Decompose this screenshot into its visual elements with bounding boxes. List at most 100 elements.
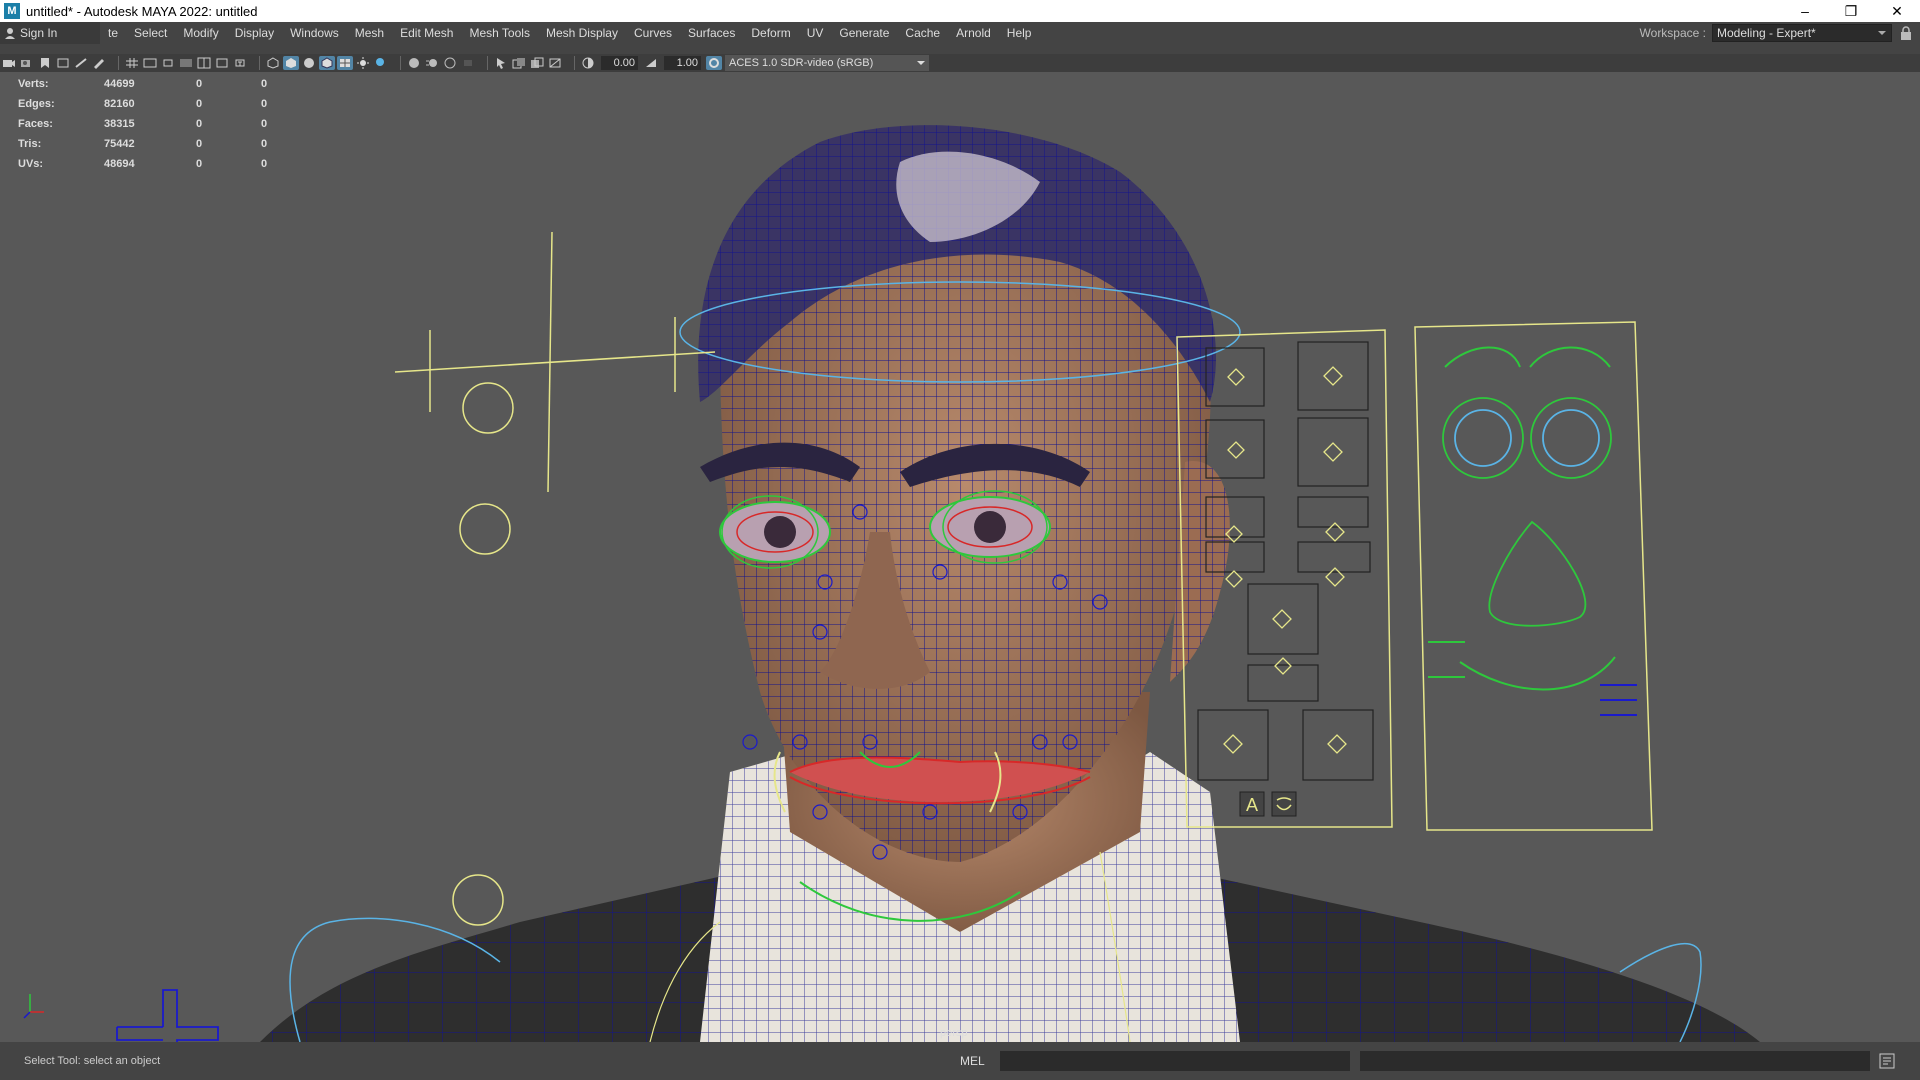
menu-item-mesh-display[interactable]: Mesh Display [538, 22, 626, 44]
hud-label: Tris: [18, 138, 42, 150]
lock-icon[interactable] [1900, 26, 1912, 40]
isolate-select-icon[interactable] [493, 56, 509, 70]
workspace-dropdown[interactable]: Modeling - Expert* [1712, 24, 1892, 42]
hud-value: 0 [196, 78, 203, 90]
workspace-value: Modeling - Expert* [1717, 26, 1816, 40]
close-button[interactable]: ✕ [1874, 0, 1920, 22]
hud-row-uvs: UVs: 48694 0 0 [18, 154, 301, 174]
depth-of-field-icon[interactable] [460, 56, 476, 70]
menu-item-select[interactable]: Select [126, 22, 175, 44]
grease-pencil-icon[interactable] [91, 56, 107, 70]
workspace-label: Workspace : [1639, 26, 1706, 40]
user-icon [5, 28, 15, 39]
menu-item-cache[interactable]: Cache [897, 22, 948, 44]
hud-label: UVs: [18, 158, 44, 170]
sign-in-label: Sign In [20, 26, 58, 40]
menu-item-deform[interactable]: Deform [743, 22, 798, 44]
menu-item-generate[interactable]: Generate [831, 22, 897, 44]
poly-count-hud: Verts: 44699 0 0 Edges: 82160 0 0 Faces:… [18, 74, 301, 174]
shadows-icon[interactable] [373, 56, 389, 70]
motion-blur-icon[interactable] [424, 56, 440, 70]
scene-canvas: A [23, 125, 1760, 1042]
default-material-icon[interactable] [301, 56, 317, 70]
chevron-down-icon [917, 61, 925, 65]
gate-mask-icon[interactable] [178, 56, 194, 70]
gamma-field[interactable]: 1.00 [664, 56, 701, 70]
smooth-shade-icon[interactable] [283, 56, 299, 70]
isolate-tools-group [492, 56, 564, 70]
xray-icon[interactable] [511, 56, 527, 70]
sign-in-button[interactable]: Sign In [0, 22, 100, 44]
menu-item-mesh[interactable]: Mesh [347, 22, 392, 44]
menu-item-create[interactable]: te [100, 22, 126, 44]
grid-icon[interactable] [124, 56, 140, 70]
menu-item-help[interactable]: Help [999, 22, 1040, 44]
viewport-persp[interactable]: A Verts: 44699 0 0 Edges: 82160 0 0 Face… [0, 72, 1920, 1042]
safe-title-icon[interactable] [232, 56, 248, 70]
camera-select-icon[interactable] [1, 56, 17, 70]
menu-item-display[interactable]: Display [227, 22, 282, 44]
menu-item-windows[interactable]: Windows [282, 22, 347, 44]
2d-pan-zoom-icon[interactable] [73, 56, 89, 70]
film-gate-icon[interactable] [142, 56, 158, 70]
hud-label: Edges: [18, 98, 55, 110]
xray-joints-icon[interactable] [547, 56, 563, 70]
hud-value: 0 [196, 158, 203, 170]
hud-row-edges: Edges: 82160 0 0 [18, 94, 301, 114]
screen-space-ao-icon[interactable] [406, 56, 422, 70]
textured-icon[interactable] [337, 56, 353, 70]
resolution-gate-icon[interactable] [160, 56, 176, 70]
hud-row-verts: Verts: 44699 0 0 [18, 74, 301, 94]
view-transform-value: ACES 1.0 SDR-video (sRGB) [729, 57, 874, 69]
mel-language-toggle[interactable]: MEL [960, 1054, 990, 1068]
viewport-panel-toolbar: 0.00 1.00 ACES 1.0 SDR-video (sRGB) [0, 54, 1920, 72]
hud-value: 0 [196, 138, 203, 150]
exposure-icon[interactable] [580, 56, 596, 70]
menu-item-edit-mesh[interactable]: Edit Mesh [392, 22, 461, 44]
command-line-input[interactable] [1000, 1051, 1350, 1071]
gamma-icon[interactable] [643, 56, 659, 70]
menu-item-uv[interactable]: UV [799, 22, 832, 44]
toolbar-separator [400, 56, 401, 70]
menu-item-arnold[interactable]: Arnold [948, 22, 999, 44]
hud-label: Faces: [18, 118, 53, 130]
image-plane-icon[interactable] [55, 56, 71, 70]
wireframe-icon[interactable] [265, 56, 281, 70]
bookmark-icon[interactable] [37, 56, 53, 70]
hud-value: 44699 [104, 78, 135, 90]
hud-value: 0 [261, 158, 268, 170]
lights-icon[interactable] [355, 56, 371, 70]
window-title: untitled* - Autodesk MAYA 2022: untitled [26, 3, 258, 19]
hud-row-faces: Faces: 38315 0 0 [18, 114, 301, 134]
field-chart-icon[interactable] [196, 56, 212, 70]
safe-action-icon[interactable] [214, 56, 230, 70]
hud-row-tris: Tris: 75442 0 0 [18, 134, 301, 154]
display-tools-group [123, 56, 249, 70]
view-transform-icon[interactable] [706, 56, 722, 70]
menu-item-mesh-tools[interactable]: Mesh Tools [461, 22, 537, 44]
minimize-button[interactable]: – [1782, 0, 1828, 22]
hud-value: 0 [196, 118, 203, 130]
xray-active-components-icon[interactable] [529, 56, 545, 70]
hud-value: 75442 [104, 138, 135, 150]
view-transform-dropdown[interactable]: ACES 1.0 SDR-video (sRGB) [725, 55, 929, 71]
maximize-button[interactable]: ❐ [1828, 0, 1874, 22]
exposure-field[interactable]: 0.00 [601, 56, 638, 70]
menu-item-surfaces[interactable]: Surfaces [680, 22, 743, 44]
command-result-line [1360, 1051, 1870, 1071]
script-editor-icon[interactable] [1878, 1052, 1896, 1070]
yellow-crosshair-controls [394, 231, 716, 926]
face-board-a-button[interactable]: A [1246, 795, 1258, 815]
face-board-panel-right [1414, 321, 1653, 831]
menu-item-curves[interactable]: Curves [626, 22, 680, 44]
hud-value: 0 [261, 118, 268, 130]
hud-value: 48694 [104, 158, 135, 170]
view-axis-gizmo [23, 994, 44, 1019]
chevron-down-icon [1878, 31, 1886, 35]
menu-item-modify[interactable]: Modify [175, 22, 226, 44]
anti-aliasing-icon[interactable] [442, 56, 458, 70]
wireframe-on-shaded-icon[interactable] [319, 56, 335, 70]
hud-label: Verts: [18, 78, 49, 90]
camera-attributes-icon[interactable] [19, 56, 35, 70]
window-titlebar: M untitled* - Autodesk MAYA 2022: untitl… [0, 0, 1920, 22]
